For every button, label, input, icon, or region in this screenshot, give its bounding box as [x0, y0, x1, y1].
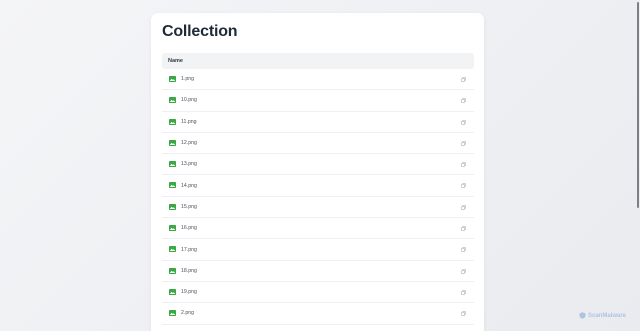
table-row[interactable]: 11.png [162, 112, 474, 133]
image-file-icon [169, 182, 176, 189]
scanmalware-logo-icon [579, 312, 586, 319]
file-name[interactable]: 19.png [181, 289, 197, 295]
copy-icon[interactable] [461, 162, 466, 168]
file-name[interactable]: 13.png [181, 161, 197, 167]
column-header-name: Name [168, 58, 183, 64]
copy-icon[interactable] [461, 204, 466, 210]
table-row[interactable]: 10.png [162, 90, 474, 112]
table-row[interactable]: 13.png [162, 154, 474, 176]
image-file-icon [169, 161, 176, 168]
image-file-icon [169, 76, 176, 82]
image-file-icon [169, 288, 176, 295]
page-scrollbar[interactable] [637, 2, 639, 208]
file-name[interactable]: 16.png [181, 225, 197, 231]
copy-icon[interactable] [461, 119, 466, 125]
image-file-icon [169, 246, 176, 253]
image-file-icon [169, 203, 176, 210]
table-row[interactable]: 14.png [162, 175, 474, 197]
page-title: Collection [162, 23, 238, 40]
image-file-icon [169, 225, 176, 232]
copy-icon[interactable] [461, 98, 466, 104]
file-name[interactable]: 15.png [181, 204, 197, 210]
watermark-text: ScanMalware [588, 312, 627, 319]
copy-icon[interactable] [461, 247, 466, 253]
table-row[interactable]: 15.png [162, 197, 474, 219]
image-file-icon [169, 139, 176, 146]
collection-card: Collection Name 1.png 10.png 11.png 12.p… [151, 13, 484, 331]
file-name[interactable]: 1.png [181, 76, 194, 82]
file-name[interactable]: 18.png [181, 268, 197, 274]
copy-icon[interactable] [461, 183, 466, 189]
file-name[interactable]: 11.png [181, 119, 196, 125]
copy-icon[interactable] [461, 311, 466, 317]
table-row[interactable]: 17.png [162, 239, 474, 261]
table-row[interactable]: 1.png [162, 69, 474, 91]
table-row[interactable]: 12.png [162, 133, 474, 155]
image-file-icon [169, 118, 176, 125]
table-header: Name [162, 53, 474, 69]
table-row[interactable]: 2.png [162, 303, 474, 325]
image-file-icon [169, 310, 176, 317]
file-name[interactable]: 14.png [181, 183, 197, 189]
table-row[interactable]: 19.png [162, 282, 474, 304]
image-file-icon [169, 267, 176, 274]
file-name[interactable]: 12.png [181, 140, 197, 146]
table-row[interactable]: 18.png [162, 261, 474, 282]
copy-icon[interactable] [461, 290, 466, 295]
file-table: Name 1.png 10.png 11.png 12.png 13.png 1… [162, 53, 474, 325]
copy-icon[interactable] [461, 141, 466, 146]
table-row[interactable]: 16.png [162, 218, 474, 240]
file-name[interactable]: 17.png [181, 247, 197, 253]
file-name[interactable]: 10.png [181, 97, 197, 103]
image-file-icon [169, 97, 176, 104]
copy-icon[interactable] [461, 268, 466, 274]
watermark: ScanMalware [579, 312, 626, 319]
copy-icon[interactable] [461, 77, 466, 82]
file-name[interactable]: 2.png [181, 310, 194, 316]
copy-icon[interactable] [461, 226, 466, 231]
